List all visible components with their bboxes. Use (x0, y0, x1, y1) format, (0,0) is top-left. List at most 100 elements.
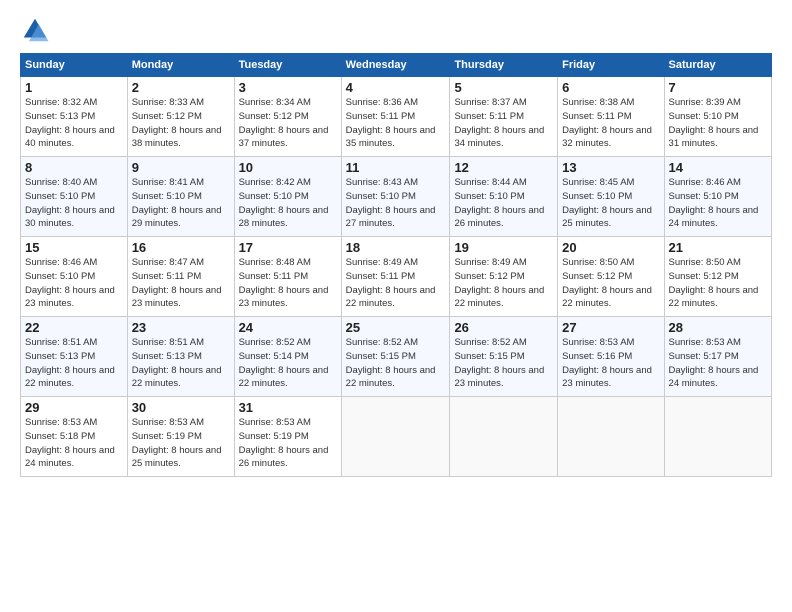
day-info: Sunrise: 8:36 AMSunset: 5:11 PMDaylight:… (346, 97, 436, 149)
day-info: Sunrise: 8:34 AMSunset: 5:12 PMDaylight:… (239, 97, 329, 149)
day-cell: 10 Sunrise: 8:42 AMSunset: 5:10 PMDaylig… (234, 157, 341, 237)
day-cell: 25 Sunrise: 8:52 AMSunset: 5:15 PMDaylig… (341, 317, 450, 397)
day-info: Sunrise: 8:53 AMSunset: 5:17 PMDaylight:… (669, 337, 759, 389)
day-info: Sunrise: 8:33 AMSunset: 5:12 PMDaylight:… (132, 97, 222, 149)
day-cell: 1 Sunrise: 8:32 AMSunset: 5:13 PMDayligh… (21, 77, 128, 157)
day-cell: 16 Sunrise: 8:47 AMSunset: 5:11 PMDaylig… (127, 237, 234, 317)
week-row-4: 22 Sunrise: 8:51 AMSunset: 5:13 PMDaylig… (21, 317, 772, 397)
day-number: 6 (562, 80, 659, 95)
day-cell: 14 Sunrise: 8:46 AMSunset: 5:10 PMDaylig… (664, 157, 771, 237)
day-number: 19 (454, 240, 553, 255)
day-number: 12 (454, 160, 553, 175)
day-cell: 28 Sunrise: 8:53 AMSunset: 5:17 PMDaylig… (664, 317, 771, 397)
day-cell: 15 Sunrise: 8:46 AMSunset: 5:10 PMDaylig… (21, 237, 128, 317)
day-cell: 29 Sunrise: 8:53 AMSunset: 5:18 PMDaylig… (21, 397, 128, 477)
day-number: 20 (562, 240, 659, 255)
day-number: 1 (25, 80, 123, 95)
day-cell: 30 Sunrise: 8:53 AMSunset: 5:19 PMDaylig… (127, 397, 234, 477)
day-number: 21 (669, 240, 767, 255)
day-number: 10 (239, 160, 337, 175)
day-info: Sunrise: 8:44 AMSunset: 5:10 PMDaylight:… (454, 177, 544, 229)
day-cell (664, 397, 771, 477)
calendar-body: 1 Sunrise: 8:32 AMSunset: 5:13 PMDayligh… (21, 77, 772, 477)
day-number: 14 (669, 160, 767, 175)
weekday-friday: Friday (558, 54, 664, 77)
day-number: 28 (669, 320, 767, 335)
day-number: 9 (132, 160, 230, 175)
weekday-header: SundayMondayTuesdayWednesdayThursdayFrid… (21, 54, 772, 77)
week-row-3: 15 Sunrise: 8:46 AMSunset: 5:10 PMDaylig… (21, 237, 772, 317)
day-cell: 12 Sunrise: 8:44 AMSunset: 5:10 PMDaylig… (450, 157, 558, 237)
week-row-5: 29 Sunrise: 8:53 AMSunset: 5:18 PMDaylig… (21, 397, 772, 477)
day-number: 17 (239, 240, 337, 255)
day-cell: 23 Sunrise: 8:51 AMSunset: 5:13 PMDaylig… (127, 317, 234, 397)
day-info: Sunrise: 8:48 AMSunset: 5:11 PMDaylight:… (239, 257, 329, 309)
calendar: SundayMondayTuesdayWednesdayThursdayFrid… (20, 53, 772, 477)
day-info: Sunrise: 8:53 AMSunset: 5:19 PMDaylight:… (132, 417, 222, 469)
day-number: 2 (132, 80, 230, 95)
day-cell: 18 Sunrise: 8:49 AMSunset: 5:11 PMDaylig… (341, 237, 450, 317)
day-info: Sunrise: 8:46 AMSunset: 5:10 PMDaylight:… (669, 177, 759, 229)
day-cell: 7 Sunrise: 8:39 AMSunset: 5:10 PMDayligh… (664, 77, 771, 157)
day-info: Sunrise: 8:53 AMSunset: 5:16 PMDaylight:… (562, 337, 652, 389)
day-cell: 11 Sunrise: 8:43 AMSunset: 5:10 PMDaylig… (341, 157, 450, 237)
day-number: 22 (25, 320, 123, 335)
day-info: Sunrise: 8:47 AMSunset: 5:11 PMDaylight:… (132, 257, 222, 309)
day-cell: 2 Sunrise: 8:33 AMSunset: 5:12 PMDayligh… (127, 77, 234, 157)
day-number: 27 (562, 320, 659, 335)
day-number: 13 (562, 160, 659, 175)
day-number: 3 (239, 80, 337, 95)
day-number: 5 (454, 80, 553, 95)
day-number: 16 (132, 240, 230, 255)
day-info: Sunrise: 8:32 AMSunset: 5:13 PMDaylight:… (25, 97, 115, 149)
logo-icon (20, 15, 50, 45)
day-info: Sunrise: 8:37 AMSunset: 5:11 PMDaylight:… (454, 97, 544, 149)
day-cell: 8 Sunrise: 8:40 AMSunset: 5:10 PMDayligh… (21, 157, 128, 237)
day-info: Sunrise: 8:40 AMSunset: 5:10 PMDaylight:… (25, 177, 115, 229)
weekday-sunday: Sunday (21, 54, 128, 77)
day-info: Sunrise: 8:39 AMSunset: 5:10 PMDaylight:… (669, 97, 759, 149)
day-info: Sunrise: 8:45 AMSunset: 5:10 PMDaylight:… (562, 177, 652, 229)
day-info: Sunrise: 8:49 AMSunset: 5:12 PMDaylight:… (454, 257, 544, 309)
day-cell (341, 397, 450, 477)
day-info: Sunrise: 8:46 AMSunset: 5:10 PMDaylight:… (25, 257, 115, 309)
day-cell: 31 Sunrise: 8:53 AMSunset: 5:19 PMDaylig… (234, 397, 341, 477)
day-cell: 21 Sunrise: 8:50 AMSunset: 5:12 PMDaylig… (664, 237, 771, 317)
day-cell: 20 Sunrise: 8:50 AMSunset: 5:12 PMDaylig… (558, 237, 664, 317)
day-info: Sunrise: 8:52 AMSunset: 5:14 PMDaylight:… (239, 337, 329, 389)
day-info: Sunrise: 8:52 AMSunset: 5:15 PMDaylight:… (454, 337, 544, 389)
day-info: Sunrise: 8:50 AMSunset: 5:12 PMDaylight:… (669, 257, 759, 309)
day-info: Sunrise: 8:51 AMSunset: 5:13 PMDaylight:… (25, 337, 115, 389)
day-info: Sunrise: 8:53 AMSunset: 5:18 PMDaylight:… (25, 417, 115, 469)
day-cell: 24 Sunrise: 8:52 AMSunset: 5:14 PMDaylig… (234, 317, 341, 397)
day-cell (558, 397, 664, 477)
day-number: 29 (25, 400, 123, 415)
day-cell (450, 397, 558, 477)
day-cell: 6 Sunrise: 8:38 AMSunset: 5:11 PMDayligh… (558, 77, 664, 157)
day-info: Sunrise: 8:41 AMSunset: 5:10 PMDaylight:… (132, 177, 222, 229)
weekday-saturday: Saturday (664, 54, 771, 77)
weekday-tuesday: Tuesday (234, 54, 341, 77)
day-number: 31 (239, 400, 337, 415)
day-info: Sunrise: 8:51 AMSunset: 5:13 PMDaylight:… (132, 337, 222, 389)
day-number: 18 (346, 240, 446, 255)
day-cell: 5 Sunrise: 8:37 AMSunset: 5:11 PMDayligh… (450, 77, 558, 157)
logo (20, 15, 54, 45)
page: SundayMondayTuesdayWednesdayThursdayFrid… (0, 0, 792, 612)
day-info: Sunrise: 8:52 AMSunset: 5:15 PMDaylight:… (346, 337, 436, 389)
weekday-monday: Monday (127, 54, 234, 77)
day-number: 25 (346, 320, 446, 335)
day-info: Sunrise: 8:38 AMSunset: 5:11 PMDaylight:… (562, 97, 652, 149)
day-cell: 27 Sunrise: 8:53 AMSunset: 5:16 PMDaylig… (558, 317, 664, 397)
day-info: Sunrise: 8:50 AMSunset: 5:12 PMDaylight:… (562, 257, 652, 309)
day-info: Sunrise: 8:53 AMSunset: 5:19 PMDaylight:… (239, 417, 329, 469)
day-number: 30 (132, 400, 230, 415)
day-number: 8 (25, 160, 123, 175)
day-cell: 4 Sunrise: 8:36 AMSunset: 5:11 PMDayligh… (341, 77, 450, 157)
day-cell: 9 Sunrise: 8:41 AMSunset: 5:10 PMDayligh… (127, 157, 234, 237)
week-row-1: 1 Sunrise: 8:32 AMSunset: 5:13 PMDayligh… (21, 77, 772, 157)
day-info: Sunrise: 8:43 AMSunset: 5:10 PMDaylight:… (346, 177, 436, 229)
day-info: Sunrise: 8:42 AMSunset: 5:10 PMDaylight:… (239, 177, 329, 229)
day-info: Sunrise: 8:49 AMSunset: 5:11 PMDaylight:… (346, 257, 436, 309)
header (20, 15, 772, 45)
